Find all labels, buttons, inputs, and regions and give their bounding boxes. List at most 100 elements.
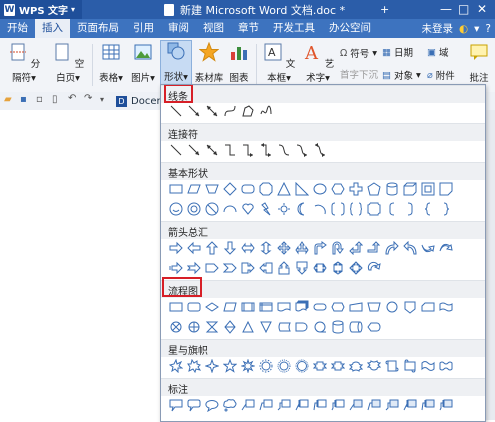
five-point-star-shape-icon[interactable] [223,359,237,373]
wps-app-menu[interactable]: W WPS 文字 ▾ [0,0,82,19]
moon-shape-icon[interactable] [295,202,309,216]
quick-access-dropdown-icon[interactable]: ▾ [100,95,110,105]
elbow-arrow-connector-icon[interactable] [241,143,255,157]
four-point-star-shape-icon[interactable] [205,359,219,373]
flowchart-delay-icon[interactable] [295,320,309,334]
pentagon-arrow-shape-icon[interactable] [205,261,219,275]
line-callout-11-shape-icon[interactable] [421,398,435,412]
curved-right-arrow-shape-icon[interactable] [385,241,399,255]
curved-up-arrow-shape-icon[interactable] [421,241,435,255]
flowchart-punched-tape-icon[interactable] [439,300,453,314]
menu-section[interactable]: 章节 [231,19,266,38]
flowchart-process-icon[interactable] [169,300,183,314]
shape-button[interactable]: 形状▾ [160,40,192,90]
flowchart-display-icon[interactable] [367,320,381,334]
menu-office-space[interactable]: 办公空间 [322,19,378,38]
rounded-rectangle-shape-icon[interactable] [241,182,255,196]
menu-view[interactable]: 视图 [196,19,231,38]
curved-arrow-connector-icon[interactable] [295,143,309,157]
bent-up-arrow-shape-icon[interactable] [367,241,381,255]
symbol-button[interactable]: Ω 符号 ▾ [340,46,377,61]
curved-down-arrow-shape-icon[interactable] [439,241,453,255]
arrow-line-shape-icon[interactable] [187,104,201,118]
flowchart-merge-icon[interactable] [259,320,273,334]
flowchart-alternate-process-icon[interactable] [187,300,201,314]
left-up-arrow-shape-icon[interactable] [349,241,363,255]
object-button[interactable]: ▤ 对象 ▾ [382,68,421,83]
line-callout-1-shape-icon[interactable] [241,398,255,412]
date-button[interactable]: ▦ 日期 [382,45,413,60]
horizontal-scroll-shape-icon[interactable] [403,359,417,373]
trapezoid-shape-icon[interactable] [205,182,219,196]
flowchart-predefined-process-icon[interactable] [241,300,255,314]
line-callout-12-shape-icon[interactable] [439,398,453,412]
flowchart-connector-icon[interactable] [385,300,399,314]
plaque-shape-icon[interactable] [367,202,381,216]
double-brace-shape-icon[interactable] [349,202,363,216]
heart-shape-icon[interactable] [241,202,255,216]
left-right-up-arrow-shape-icon[interactable] [295,241,309,255]
menu-page-layout[interactable]: 页面布局 [70,19,126,38]
chart-button[interactable]: 图表 [226,42,252,84]
left-arrow-shape-icon[interactable] [187,241,201,255]
sun-shape-icon[interactable] [277,202,291,216]
curve-shape-icon[interactable] [223,104,237,118]
u-turn-arrow-shape-icon[interactable] [331,241,345,255]
octagon-shape-icon[interactable] [259,182,273,196]
preview-icon[interactable]: ▯ [52,94,62,105]
skin-icon[interactable]: ◐ [459,23,468,35]
rounded-rectangular-callout-shape-icon[interactable] [187,398,201,412]
explosion-1-shape-icon[interactable] [169,359,183,373]
freeform-shape-icon[interactable] [241,104,255,118]
lightning-bolt-shape-icon[interactable] [259,202,273,216]
down-arrow-callout-shape-icon[interactable] [295,261,309,275]
straight-arrow-connector-icon[interactable] [187,143,201,157]
menu-developer[interactable]: 开发工具 [266,19,322,38]
thirtytwo-point-star-shape-icon[interactable] [295,359,309,373]
docer-tab[interactable]: D Docer [116,94,161,108]
arc-shape-icon[interactable] [313,202,327,216]
picture-button[interactable]: 图片▾ [128,42,158,84]
flowchart-document-icon[interactable] [277,300,291,314]
block-arc-shape-icon[interactable] [223,202,237,216]
curved-left-arrow-shape-icon[interactable] [403,241,417,255]
twentyfour-point-star-shape-icon[interactable] [277,359,291,373]
flowchart-stored-data-icon[interactable] [277,320,291,334]
notched-right-arrow-shape-icon[interactable] [187,261,201,275]
right-triangle-shape-icon[interactable] [295,182,309,196]
page-break-button[interactable]: 分隔符▾ [4,42,44,84]
line-callout-9-shape-icon[interactable] [385,398,399,412]
hexagon-shape-icon[interactable] [331,182,345,196]
bent-arrow-shape-icon[interactable] [313,241,327,255]
elbow-double-arrow-connector-icon[interactable] [259,143,273,157]
up-ribbon-shape-icon[interactable] [313,359,327,373]
line-callout-2-shape-icon[interactable] [259,398,273,412]
cloud-callout-shape-icon[interactable] [223,398,237,412]
flowchart-offpage-connector-icon[interactable] [403,300,417,314]
help-icon[interactable]: ? [485,23,491,35]
open-folder-icon[interactable]: ▰ [4,94,14,105]
bevel-shape-icon[interactable] [421,182,435,196]
double-wave-shape-icon[interactable] [439,359,453,373]
cross-shape-icon[interactable] [349,182,363,196]
up-down-arrow-callout-shape-icon[interactable] [331,261,345,275]
wave-shape-icon[interactable] [421,359,435,373]
quad-arrow-callout-shape-icon[interactable] [349,261,363,275]
down-ribbon-shape-icon[interactable] [331,359,345,373]
folded-corner-shape-icon[interactable] [439,182,453,196]
blank-page-button[interactable]: 空白页▾ [48,42,88,84]
print-icon[interactable]: ▫ [36,94,46,105]
pentagon-shape-icon[interactable] [367,182,381,196]
left-arrow-callout-shape-icon[interactable] [259,261,273,275]
flowchart-internal-storage-icon[interactable] [259,300,273,314]
attachment-button[interactable]: ⌀ 附件 [427,68,455,83]
table-button[interactable]: 表格▾ [96,42,126,84]
explosion-2-shape-icon[interactable] [187,359,201,373]
minimize-icon[interactable]: — [440,2,452,16]
line-callout-5-shape-icon[interactable] [313,398,327,412]
material-button[interactable]: 素材库 [194,41,224,84]
rectangular-callout-shape-icon[interactable] [169,398,183,412]
striped-right-arrow-shape-icon[interactable] [169,261,183,275]
up-down-arrow-shape-icon[interactable] [259,241,273,255]
oval-callout-shape-icon[interactable] [205,398,219,412]
